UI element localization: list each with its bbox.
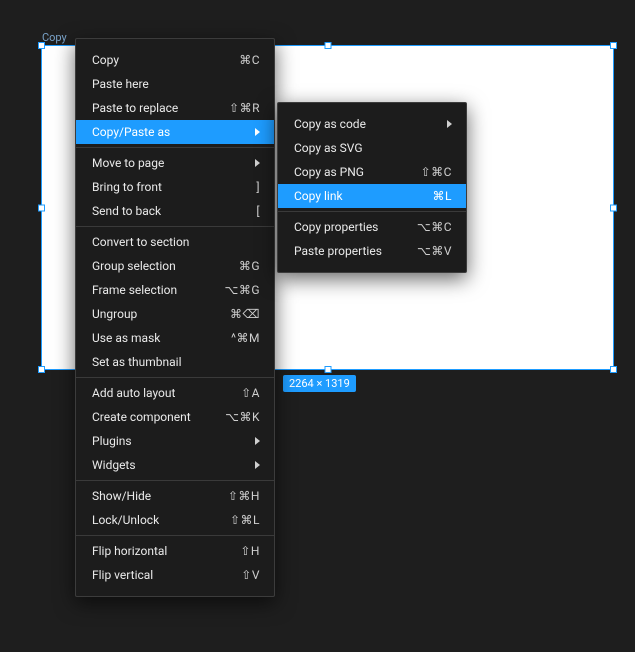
menu-item-shortcut: ⌘L xyxy=(433,189,452,203)
menu-item-show-hide[interactable]: Show/Hide ⇧⌘H xyxy=(76,484,274,508)
menu-item-label: Copy as PNG xyxy=(294,165,411,179)
resize-handle-top-right[interactable] xyxy=(610,42,617,49)
menu-item-label: Plugins xyxy=(92,434,245,448)
submenu-arrow-icon xyxy=(255,461,260,469)
submenu-arrow-icon xyxy=(255,437,260,445)
submenu-group-copy-as: Copy as code Copy as SVG Copy as PNG ⇧⌘C… xyxy=(278,109,466,211)
menu-item-shortcut: ⌥⌘G xyxy=(224,283,260,297)
menu-item-label: Set as thumbnail xyxy=(92,355,250,369)
menu-item-label: Lock/Unlock xyxy=(92,513,220,527)
menu-item-copy-properties[interactable]: Copy properties ⌥⌘C xyxy=(278,215,466,239)
menu-item-label: Frame selection xyxy=(92,283,214,297)
frame-label[interactable]: Copy xyxy=(42,31,67,44)
menu-item-flip-vertical[interactable]: Flip vertical ⇧V xyxy=(76,563,274,587)
menu-item-add-auto-layout[interactable]: Add auto layout ⇧A xyxy=(76,381,274,405)
menu-item-lock-unlock[interactable]: Lock/Unlock ⇧⌘L xyxy=(76,508,274,532)
menu-item-bring-to-front[interactable]: Bring to front ] xyxy=(76,175,274,199)
menu-item-label: Ungroup xyxy=(92,307,220,321)
submenu-arrow-icon xyxy=(255,128,260,136)
menu-item-shortcut: ^⌘M xyxy=(231,331,260,345)
resize-handle-bottom-left[interactable] xyxy=(38,366,45,373)
menu-item-shortcut: ⇧A xyxy=(241,386,260,400)
context-menu[interactable]: Copy ⌘C Paste here Paste to replace ⇧⌘R … xyxy=(75,38,275,597)
menu-item-label: Paste to replace xyxy=(92,101,219,115)
menu-group-create: Add auto layout ⇧A Create component ⌥⌘K … xyxy=(76,377,274,480)
menu-item-shortcut: ⇧⌘C xyxy=(421,165,452,179)
menu-item-label: Move to page xyxy=(92,156,245,170)
menu-group-flip: Flip horizontal ⇧H Flip vertical ⇧V xyxy=(76,535,274,590)
menu-item-label: Show/Hide xyxy=(92,489,218,503)
menu-item-label: Convert to section xyxy=(92,235,250,249)
resize-handle-mid-right[interactable] xyxy=(610,204,617,211)
submenu-group-properties: Copy properties ⌥⌘C Paste properties ⌥⌘V xyxy=(278,211,466,266)
menu-item-widgets[interactable]: Widgets xyxy=(76,453,274,477)
menu-item-label: Group selection xyxy=(92,259,229,273)
dimensions-badge: 2264 × 1319 xyxy=(283,375,356,392)
menu-item-label: Add auto layout xyxy=(92,386,231,400)
menu-item-shortcut: ⇧⌘R xyxy=(229,101,260,115)
menu-item-use-as-mask[interactable]: Use as mask ^⌘M xyxy=(76,326,274,350)
menu-item-label: Flip vertical xyxy=(92,568,231,582)
menu-item-label: Copy xyxy=(92,53,229,67)
menu-item-copy-as-png[interactable]: Copy as PNG ⇧⌘C xyxy=(278,160,466,184)
menu-item-shortcut: ] xyxy=(256,180,260,194)
menu-group-visibility: Show/Hide ⇧⌘H Lock/Unlock ⇧⌘L xyxy=(76,480,274,535)
menu-group-structure: Convert to section Group selection ⌘G Fr… xyxy=(76,226,274,377)
menu-item-frame-selection[interactable]: Frame selection ⌥⌘G xyxy=(76,278,274,302)
menu-item-paste-here[interactable]: Paste here xyxy=(76,72,274,96)
menu-item-copy-as-svg[interactable]: Copy as SVG xyxy=(278,136,466,160)
menu-item-label: Copy properties xyxy=(294,220,407,234)
menu-item-label: Paste here xyxy=(92,77,250,91)
submenu-arrow-icon xyxy=(447,120,452,128)
menu-item-paste-properties[interactable]: Paste properties ⌥⌘V xyxy=(278,239,466,263)
menu-item-copy-link[interactable]: Copy link ⌘L xyxy=(278,184,466,208)
menu-item-set-as-thumbnail[interactable]: Set as thumbnail xyxy=(76,350,274,374)
menu-item-plugins[interactable]: Plugins xyxy=(76,429,274,453)
menu-item-shortcut: ⇧⌘L xyxy=(230,513,260,527)
menu-item-flip-horizontal[interactable]: Flip horizontal ⇧H xyxy=(76,539,274,563)
resize-handle-top-left[interactable] xyxy=(38,42,45,49)
menu-item-label: Use as mask xyxy=(92,331,221,345)
menu-item-label: Create component xyxy=(92,410,215,424)
menu-group-clipboard: Copy ⌘C Paste here Paste to replace ⇧⌘R … xyxy=(76,45,274,147)
menu-item-label: Widgets xyxy=(92,458,245,472)
submenu-arrow-icon xyxy=(255,159,260,167)
menu-item-create-component[interactable]: Create component ⌥⌘K xyxy=(76,405,274,429)
resize-handle-mid-left[interactable] xyxy=(38,204,45,211)
menu-item-shortcut: ⌥⌘K xyxy=(225,410,260,424)
menu-item-copy-paste-as[interactable]: Copy/Paste as xyxy=(76,120,274,144)
menu-item-shortcut: ⌥⌘C xyxy=(417,220,452,234)
menu-item-shortcut: ⌥⌘V xyxy=(417,244,452,258)
menu-item-ungroup[interactable]: Ungroup ⌘⌫ xyxy=(76,302,274,326)
menu-item-copy-as-code[interactable]: Copy as code xyxy=(278,112,466,136)
menu-item-shortcut: ⇧H xyxy=(240,544,260,558)
menu-item-shortcut: ⌘⌫ xyxy=(230,307,260,321)
menu-item-label: Copy as code xyxy=(294,117,437,131)
menu-item-send-to-back[interactable]: Send to back [ xyxy=(76,199,274,223)
menu-item-label: Send to back xyxy=(92,204,246,218)
menu-item-shortcut: ⇧⌘H xyxy=(228,489,260,503)
menu-item-shortcut: ⌘G xyxy=(239,259,260,273)
copy-paste-as-submenu[interactable]: Copy as code Copy as SVG Copy as PNG ⇧⌘C… xyxy=(277,102,467,273)
menu-item-shortcut: [ xyxy=(256,204,260,218)
menu-item-copy[interactable]: Copy ⌘C xyxy=(76,48,274,72)
menu-item-label: Copy as SVG xyxy=(294,141,442,155)
resize-handle-mid-top[interactable] xyxy=(324,42,331,49)
menu-item-paste-to-replace[interactable]: Paste to replace ⇧⌘R xyxy=(76,96,274,120)
menu-item-label: Paste properties xyxy=(294,244,407,258)
menu-item-label: Flip horizontal xyxy=(92,544,230,558)
resize-handle-mid-bottom[interactable] xyxy=(324,366,331,373)
menu-item-move-to-page[interactable]: Move to page xyxy=(76,151,274,175)
menu-item-label: Copy link xyxy=(294,189,423,203)
menu-group-arrange: Move to page Bring to front ] Send to ba… xyxy=(76,147,274,226)
menu-item-label: Bring to front xyxy=(92,180,246,194)
resize-handle-bottom-right[interactable] xyxy=(610,366,617,373)
menu-item-shortcut: ⇧V xyxy=(241,568,260,582)
menu-item-convert-to-section[interactable]: Convert to section xyxy=(76,230,274,254)
menu-item-group-selection[interactable]: Group selection ⌘G xyxy=(76,254,274,278)
menu-item-shortcut: ⌘C xyxy=(239,53,260,67)
menu-item-label: Copy/Paste as xyxy=(92,125,245,139)
